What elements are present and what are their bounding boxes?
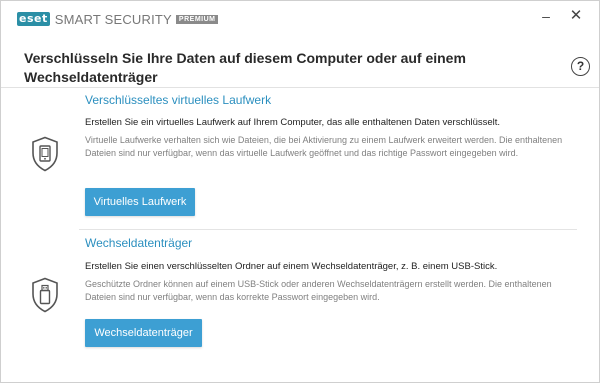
section-divider — [79, 229, 577, 230]
removable-media-main-text: Erstellen Sie einen verschlüsselten Ordn… — [85, 261, 498, 272]
minimize-icon: – — [542, 8, 550, 24]
removable-media-title: Wechseldatenträger — [85, 236, 193, 250]
removable-media-button[interactable]: Wechseldatenträger — [85, 319, 202, 347]
minimize-button[interactable]: – — [536, 7, 556, 25]
shield-usb-icon — [31, 277, 59, 313]
close-icon: ✕ — [569, 7, 583, 24]
header-divider — [1, 87, 599, 88]
page-title: Verschlüsseln Sie Ihre Daten auf diesem … — [24, 50, 466, 85]
help-icon: ? — [576, 59, 585, 73]
edition-badge: PREMIUM — [175, 14, 219, 24]
product-name: SMART SECURITY — [54, 11, 172, 27]
help-button[interactable]: ? — [571, 57, 590, 76]
title-bar: eset SMART SECURITY PREMIUM – ✕ — [1, 1, 599, 31]
virtual-drive-title: Verschlüsseltes virtuelles Laufwerk — [85, 93, 272, 107]
eset-logo-mark: eset — [17, 12, 50, 26]
eset-logo: eset SMART SECURITY PREMIUM — [17, 11, 219, 27]
close-button[interactable]: ✕ — [566, 7, 586, 25]
removable-media-description: Geschützte Ordner können auf einem USB-S… — [85, 279, 552, 302]
virtual-drive-main-text: Erstellen Sie ein virtuelles Laufwerk au… — [85, 117, 501, 128]
virtual-drive-button[interactable]: Virtuelles Laufwerk — [85, 188, 195, 216]
app-window: eset SMART SECURITY PREMIUM – ✕ Verschlü… — [0, 0, 600, 383]
shield-virtual-drive-icon — [31, 136, 59, 172]
virtual-drive-description: Virtuelle Laufwerke verhalten sich wie D… — [85, 135, 563, 158]
